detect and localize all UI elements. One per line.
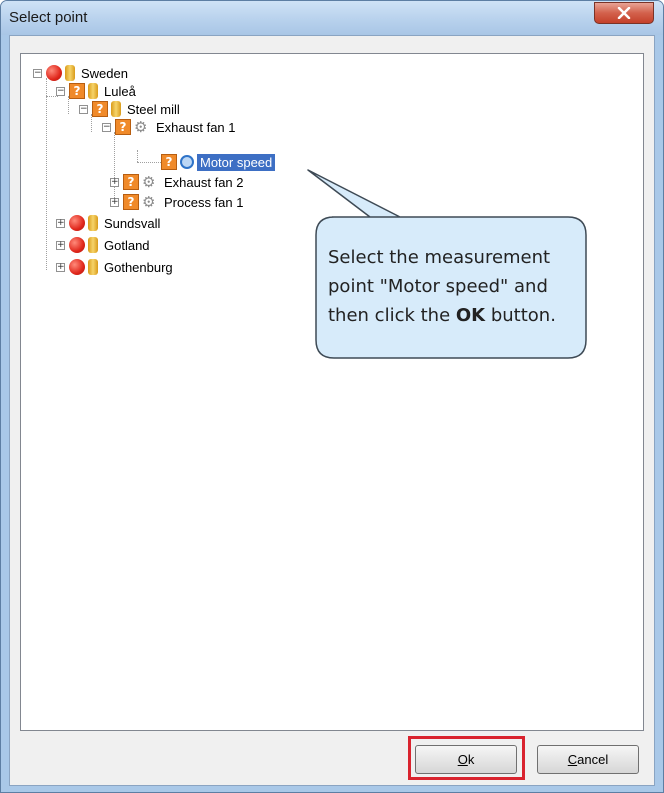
callout-line-3-prefix: then click the <box>328 305 456 326</box>
tree-node-label-selected: Motor speed <box>197 153 276 171</box>
tree-node-motor-speed[interactable]: ? Motor speed <box>161 153 276 171</box>
callout-line-2: point "Motor speed" and <box>328 276 548 297</box>
expand-icon[interactable]: + <box>56 262 65 272</box>
tree-connector-line <box>137 150 138 162</box>
red-status-dot-icon <box>69 259 85 275</box>
callout-text: Select the measurement point "Motor spee… <box>328 243 578 330</box>
close-button[interactable] <box>594 2 654 24</box>
gear-icon: ⚙ <box>142 173 156 191</box>
folder-icon <box>88 259 98 275</box>
unknown-status-icon: ? <box>123 194 139 210</box>
folder-icon <box>88 83 98 99</box>
tree-node-label: Gotland <box>104 237 150 253</box>
tree-node-label: Luleå <box>104 83 136 99</box>
unknown-status-icon: ? <box>123 174 139 190</box>
tree-node-label: Sweden <box>81 65 128 81</box>
expand-icon[interactable]: + <box>110 177 119 187</box>
cancel-button[interactable]: Cancel <box>537 745 639 774</box>
callout-line-3-suffix: button. <box>485 305 556 326</box>
tree-node-label: Steel mill <box>127 101 180 117</box>
folder-icon <box>88 215 98 231</box>
red-status-dot-icon <box>69 237 85 253</box>
tree-node-process-fan-1[interactable]: + ? ⚙ Process fan 1 <box>110 193 247 211</box>
close-icon <box>617 7 631 19</box>
expand-icon[interactable]: + <box>110 197 119 207</box>
tree-node-sundsvall[interactable]: + Sundsvall <box>56 214 163 232</box>
folder-icon <box>111 101 121 117</box>
tree-node-label: Gothenburg <box>104 259 173 275</box>
callout-line-3-bold: OK <box>455 305 486 326</box>
cancel-button-mnemonic: C <box>567 752 578 767</box>
tree-node-label: Process fan 1 <box>164 194 244 210</box>
ok-button-highlight-box <box>408 736 525 780</box>
red-status-dot-icon <box>46 65 62 81</box>
tree-node-lulea[interactable]: − ? Luleå <box>56 82 139 100</box>
collapse-icon[interactable]: − <box>102 122 111 132</box>
window-title: Select point <box>9 9 88 26</box>
tree-node-sweden[interactable]: − Sweden <box>33 64 131 82</box>
tree-node-label: Exhaust fan 1 <box>156 119 236 135</box>
expand-icon[interactable]: + <box>56 240 65 250</box>
gear-icon: ⚙ <box>142 193 156 211</box>
tree-node-label: Exhaust fan 2 <box>164 174 244 190</box>
database-icon <box>65 65 75 81</box>
folder-icon <box>88 237 98 253</box>
unknown-status-icon: ? <box>92 101 108 117</box>
tree-node-exhaust-fan-2[interactable]: + ? ⚙ Exhaust fan 2 <box>110 173 247 191</box>
collapse-icon[interactable]: − <box>56 86 65 96</box>
unknown-status-icon: ? <box>69 83 85 99</box>
gear-icon: ⚙ <box>134 118 148 136</box>
collapse-icon[interactable]: − <box>33 68 42 78</box>
expand-icon[interactable]: + <box>56 218 65 228</box>
collapse-icon[interactable]: − <box>79 104 88 114</box>
tree-node-gothenburg[interactable]: + Gothenburg <box>56 258 176 276</box>
callout-line-3: then click the OK button. <box>328 301 578 330</box>
tree-node-gotland[interactable]: + Gotland <box>56 236 153 254</box>
callout-line-1: Select the measurement <box>328 247 551 268</box>
measurement-point-icon <box>180 155 194 169</box>
unknown-status-icon: ? <box>161 154 177 170</box>
unknown-status-icon: ? <box>115 119 131 135</box>
cancel-button-label: ancel <box>577 752 609 767</box>
tree-node-steel-mill[interactable]: − ? Steel mill <box>79 100 183 118</box>
title-bar[interactable]: Select point <box>1 1 663 35</box>
red-status-dot-icon <box>69 215 85 231</box>
tree-connector-line <box>137 162 161 163</box>
tree-connector-line <box>46 78 47 270</box>
tree-node-exhaust-fan-1[interactable]: − ? ⚙ Exhaust fan 1 <box>102 118 239 136</box>
tree-node-label: Sundsvall <box>104 215 161 231</box>
